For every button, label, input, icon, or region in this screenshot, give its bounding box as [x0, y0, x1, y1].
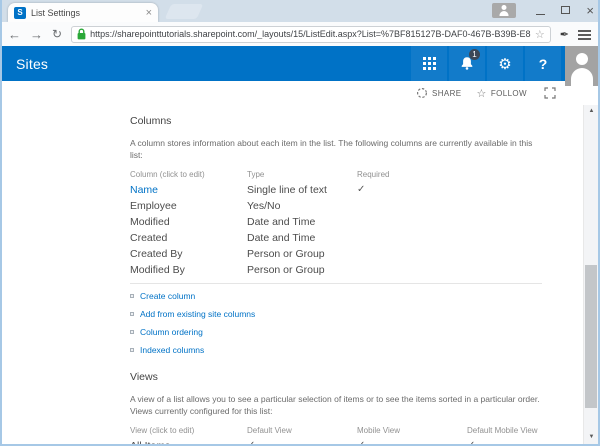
url-text: https://sharepointtutorials.sharepoint.c… [90, 29, 531, 39]
column-required-check [357, 246, 467, 262]
follow-star-icon: ☆ [477, 87, 487, 100]
columns-actions: Create column Add from existing site col… [130, 287, 542, 359]
tab-strip: S List Settings × × [0, 0, 600, 22]
close-button[interactable]: × [586, 4, 594, 17]
columns-header-type: Type [247, 166, 357, 182]
address-bar[interactable]: https://sharepointtutorials.sharepoint.c… [71, 26, 551, 43]
views-header-mobile: Mobile View [357, 422, 467, 438]
divider [130, 283, 542, 284]
column-type: Yes/No [247, 198, 357, 214]
column-type: Date and Time [247, 230, 357, 246]
column-name-link[interactable]: Modified By [130, 262, 247, 278]
columns-header-required: Required [357, 166, 467, 182]
app-launcher-icon[interactable] [411, 46, 447, 81]
views-table: View (click to edit) Default View Mobile… [130, 422, 542, 444]
column-type: Date and Time [247, 214, 357, 230]
column-name-link[interactable]: Created By [130, 246, 247, 262]
view-name-link[interactable]: All Items [130, 438, 247, 444]
column-name-link[interactable]: Created [130, 230, 247, 246]
browser-window: S List Settings × × ← → ↻ https://sharep… [0, 0, 600, 446]
sharepoint-favicon-icon: S [14, 7, 26, 19]
notifications-bell-icon[interactable]: 1 [449, 46, 485, 81]
square-bullet-icon [130, 312, 134, 316]
share-label: SHARE [432, 89, 462, 98]
tab-title: List Settings [31, 8, 141, 18]
site-title[interactable]: Sites [16, 56, 48, 72]
create-column-link[interactable]: Create column [130, 287, 542, 305]
vertical-scrollbar[interactable]: ▲ ▼ [583, 105, 598, 444]
views-section-title: Views [130, 371, 542, 383]
scrollbar-thumb[interactable] [585, 265, 597, 408]
columns-table: Column (click to edit) Type Required Nam… [130, 166, 542, 278]
square-bullet-icon [130, 294, 134, 298]
reload-button[interactable]: ↻ [52, 28, 62, 41]
share-button[interactable]: SHARE [416, 87, 462, 99]
share-icon [416, 87, 428, 99]
extension-icon[interactable]: ✒ [560, 28, 569, 41]
column-required-check [357, 262, 467, 278]
notification-badge: 1 [469, 49, 480, 60]
views-section-description: A view of a list allows you to see a par… [130, 393, 542, 417]
columns-section-title: Columns [130, 115, 542, 127]
browser-tab[interactable]: S List Settings × [8, 3, 158, 22]
bookmark-star-icon[interactable]: ☆ [535, 28, 545, 41]
browser-toolbar: ← → ↻ https://sharepointtutorials.sharep… [0, 22, 600, 46]
column-required-check [357, 214, 467, 230]
column-name-link[interactable]: Name [130, 182, 247, 198]
indexed-columns-link[interactable]: Indexed columns [130, 341, 542, 359]
page-content: Columns A column stores information abou… [2, 105, 582, 444]
column-required-check [357, 198, 467, 214]
page-command-bar: SHARE ☆ FOLLOW [2, 81, 598, 105]
square-bullet-icon [130, 330, 134, 334]
view-default-mobile-check: ✓ [467, 438, 582, 444]
views-section: Views A view of a list allows you to see… [130, 371, 542, 444]
follow-button[interactable]: ☆ FOLLOW [477, 87, 527, 100]
columns-header-column: Column (click to edit) [130, 166, 247, 182]
views-header-default: Default View [247, 422, 357, 438]
help-icon[interactable]: ? [525, 46, 561, 81]
scroll-up-arrow-icon[interactable]: ▲ [584, 105, 599, 118]
column-name-link[interactable]: Employee [130, 198, 247, 214]
suite-bar: Sites 1 ⚙ ? [0, 46, 600, 81]
column-type: Person or Group [247, 262, 357, 278]
focus-on-content-icon[interactable] [544, 87, 556, 99]
maximize-button[interactable] [561, 6, 570, 14]
view-default-check: ✓ [247, 438, 357, 444]
column-name-link[interactable]: Modified [130, 214, 247, 230]
https-padlock-icon [77, 28, 86, 40]
view-mobile-check: ✓ [357, 438, 467, 444]
column-required-check: ✓ [357, 182, 467, 198]
forward-button[interactable]: → [30, 28, 43, 41]
new-tab-button[interactable] [165, 4, 204, 19]
follow-label: FOLLOW [491, 89, 527, 98]
back-button[interactable]: ← [8, 28, 21, 41]
square-bullet-icon [130, 348, 134, 352]
suite-icon-group: 1 ⚙ ? [409, 46, 561, 81]
minimize-button[interactable] [536, 14, 545, 15]
window-controls: × [492, 0, 594, 20]
scroll-down-arrow-icon[interactable]: ▼ [584, 431, 599, 444]
link-label[interactable]: Add from existing site columns [140, 309, 255, 319]
columns-section-description: A column stores information about each i… [130, 137, 542, 161]
browser-profile-icon[interactable] [492, 3, 516, 18]
link-label[interactable]: Indexed columns [140, 345, 204, 355]
settings-gear-icon[interactable]: ⚙ [487, 46, 523, 81]
views-header-default-mobile: Default Mobile View [467, 422, 582, 438]
user-avatar[interactable] [565, 46, 599, 86]
column-type: Single line of text [247, 182, 357, 198]
views-header-view: View (click to edit) [130, 422, 247, 438]
column-required-check [357, 230, 467, 246]
add-existing-columns-link[interactable]: Add from existing site columns [130, 305, 542, 323]
tab-close-icon[interactable]: × [146, 8, 152, 18]
link-label[interactable]: Create column [140, 291, 195, 301]
link-label[interactable]: Column ordering [140, 327, 203, 337]
menu-icon[interactable] [578, 28, 592, 40]
column-ordering-link[interactable]: Column ordering [130, 323, 542, 341]
column-type: Person or Group [247, 246, 357, 262]
